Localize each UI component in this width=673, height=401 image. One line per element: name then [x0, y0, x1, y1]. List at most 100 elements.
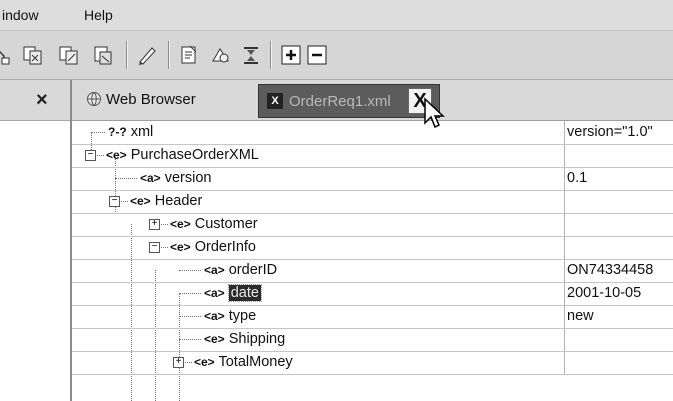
close-panel-button[interactable]: ×: [36, 89, 48, 112]
left-panel-header: ×: [0, 80, 70, 121]
tree-connector: [179, 293, 201, 294]
collapse-icon[interactable]: [240, 44, 262, 66]
mouse-cursor-icon: [424, 97, 445, 129]
node-value[interactable]: ON74334458: [564, 259, 673, 282]
node-value[interactable]: new: [564, 305, 673, 328]
tree-row[interactable]: ?-? xml version="1.0": [72, 121, 673, 145]
copy-element-icon[interactable]: [22, 44, 44, 66]
node-label: ?-? xml: [108, 124, 153, 140]
node-label: <e> PurchaseOrderXML: [106, 147, 259, 163]
format-icon[interactable]: [210, 44, 232, 66]
node-value[interactable]: [564, 236, 673, 259]
node-type-tag: <e>: [204, 332, 225, 346]
node-name: xml: [130, 124, 154, 140]
node-type-tag: <a>: [140, 171, 161, 185]
toolbar-separator: [270, 41, 272, 69]
tree-connector: [115, 178, 137, 179]
node-type-tag: <e>: [170, 240, 191, 254]
new-document-icon[interactable]: [178, 44, 200, 66]
tree-connector: [97, 155, 104, 156]
tree-connector: [185, 362, 192, 363]
node-name: OrderInfo: [194, 239, 256, 255]
node-name: type: [228, 308, 257, 324]
menu-bar: indow Help: [0, 0, 673, 31]
node-name: TotalMoney: [218, 354, 293, 370]
node-label: <e> TotalMoney: [194, 354, 293, 370]
show-source-icon[interactable]: [0, 44, 14, 66]
node-name: Shipping: [228, 331, 286, 347]
edit-icon[interactable]: [136, 44, 158, 66]
tree-connector: [161, 247, 168, 248]
node-label: <a> type: [204, 308, 256, 324]
tree-connector: [179, 270, 201, 271]
tree-connector: [121, 201, 128, 202]
node-type-tag: <a>: [204, 309, 225, 323]
node-type-tag: <a>: [204, 286, 225, 300]
node-type-tag: ?-?: [108, 125, 127, 139]
tree-row[interactable]: + <e> Customer: [72, 213, 673, 237]
toolbar: [0, 31, 673, 80]
node-value[interactable]: [564, 190, 673, 213]
tree-row[interactable]: − <e> OrderInfo: [72, 236, 673, 260]
tab-web-browser[interactable]: Web Browser: [82, 86, 252, 114]
node-value[interactable]: [564, 144, 673, 167]
node-label: <e> Header: [130, 193, 202, 209]
tree-row[interactable]: + <e> TotalMoney: [72, 351, 673, 375]
tab-web-browser-label: Web Browser: [106, 91, 196, 108]
xml-tree: ?-? xml version="1.0" − <e> PurchaseOrde…: [72, 121, 673, 401]
tree-connector: [161, 224, 168, 225]
expand-toggle[interactable]: +: [173, 357, 184, 368]
node-value[interactable]: 0.1: [564, 167, 673, 190]
node-value[interactable]: [564, 351, 673, 374]
tree-connector: [179, 339, 201, 340]
tree-row[interactable]: <e> Shipping: [72, 328, 673, 352]
node-label: <a> orderID: [204, 262, 277, 278]
collapse-toggle[interactable]: −: [109, 196, 120, 207]
expand-toggle[interactable]: +: [149, 219, 160, 230]
node-name: orderID: [228, 262, 278, 278]
node-label: <e> Customer: [170, 216, 258, 232]
toolbar-separator: [168, 41, 170, 69]
tree-connector: [179, 316, 201, 317]
toolbar-separator: [126, 41, 128, 69]
node-label: <e> OrderInfo: [170, 239, 256, 255]
node-type-tag: <e>: [106, 148, 127, 162]
cut-element-icon[interactable]: [58, 44, 80, 66]
add-icon[interactable]: [280, 44, 302, 66]
node-value[interactable]: 2001-10-05: [564, 282, 673, 305]
node-type-tag: <e>: [170, 217, 191, 231]
tree-row[interactable]: − <e> PurchaseOrderXML: [72, 144, 673, 168]
node-label: <a> version: [140, 170, 211, 186]
node-label: <e> Shipping: [204, 331, 285, 347]
node-name-selected: date: [227, 284, 262, 302]
tab-orderreq1-xml[interactable]: X OrderReq1.xml X: [258, 84, 440, 118]
remove-icon[interactable]: [306, 44, 328, 66]
tree-row[interactable]: <a> version 0.1: [72, 167, 673, 191]
node-name: Customer: [194, 216, 258, 232]
node-value[interactable]: [564, 328, 673, 351]
collapse-toggle[interactable]: −: [85, 150, 96, 161]
node-name: Header: [154, 193, 203, 209]
node-type-tag: <e>: [130, 194, 151, 208]
tab-orderreq1-label: OrderReq1.xml: [289, 93, 391, 110]
node-type-tag: <a>: [204, 263, 225, 277]
tree-connector: [91, 132, 105, 133]
collapse-toggle[interactable]: −: [149, 242, 160, 253]
left-panel: ×: [0, 80, 72, 401]
node-type-tag: <e>: [194, 355, 215, 369]
node-value[interactable]: version="1.0": [564, 121, 673, 144]
tree-row[interactable]: <a> type new: [72, 305, 673, 329]
menu-window[interactable]: indow: [2, 7, 39, 23]
tree-row[interactable]: − <e> Header: [72, 190, 673, 214]
editor-tab-bar: Web Browser X OrderReq1.xml X: [72, 80, 673, 121]
node-value[interactable]: [564, 213, 673, 236]
xml-file-icon: X: [267, 93, 283, 109]
menu-help[interactable]: Help: [84, 7, 113, 23]
node-name: PurchaseOrderXML: [130, 147, 259, 163]
globe-icon: [86, 91, 102, 107]
node-name: version: [164, 170, 212, 186]
tree-row-selected[interactable]: <a> date 2001-10-05: [72, 282, 673, 306]
paste-element-icon[interactable]: [92, 44, 114, 66]
tree-row[interactable]: <a> orderID ON74334458: [72, 259, 673, 283]
node-label: <a> date: [204, 284, 262, 302]
